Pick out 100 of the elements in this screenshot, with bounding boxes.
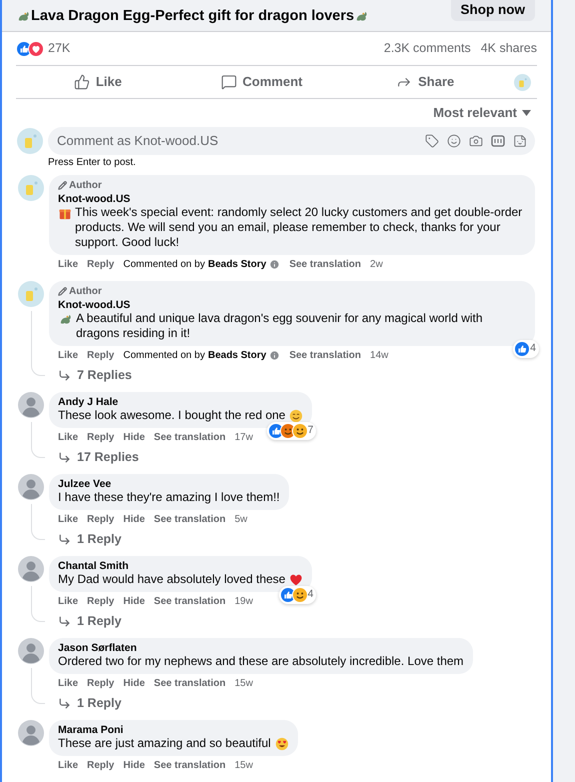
comment-time[interactable]: 2w [370,257,383,272]
comment-button[interactable]: Comment [180,68,344,96]
thread-line [30,668,44,704]
see-translation-link[interactable]: See translation [154,594,226,609]
page-avatar [17,128,43,154]
camera-icon[interactable] [469,134,483,148]
caret-icon [522,110,531,116]
author-label: Author [69,285,102,298]
comment-time[interactable]: 17w [234,430,253,445]
view-replies-link[interactable]: 7 Replies [49,366,132,384]
emoji-icon[interactable] [447,134,461,148]
commenter-name[interactable]: Knot-wood.US [58,298,130,310]
reaction-summary[interactable]: 7 [266,422,316,440]
view-replies-link[interactable]: 1 Reply [49,612,122,630]
thread-line [30,504,44,540]
reaction-summary[interactable]: 4 [278,586,316,604]
view-replies-link[interactable]: 1 Reply [49,694,122,712]
see-translation-link[interactable]: See translation [289,257,362,272]
like-reaction-icon [514,340,530,356]
commenter-name[interactable]: Jason Sørflaten [58,642,137,654]
like-button[interactable]: Like [16,68,180,96]
comment-text: Ordered two for my nephews and these are absolutely incredible. Love them [58,654,464,668]
comment-text: These are just amazing and so beautiful [58,736,271,750]
comment-time[interactable]: 15w [234,758,253,773]
page-name-link[interactable]: Beads Story [208,257,266,272]
comment-time[interactable]: 5w [234,512,248,527]
page-avatar [514,74,531,90]
info-icon [269,259,280,270]
see-translation-link[interactable]: See translation [154,676,226,691]
view-replies-link[interactable]: 1 Reply [49,530,122,548]
comment-action-link[interactable]: Like [58,512,78,527]
comment-action-link[interactable]: Hide [123,430,145,445]
comment-field[interactable]: Comment as Knot-wood.US [48,126,535,154]
info-icon [269,350,280,361]
comment-time[interactable]: 19w [234,594,253,609]
comment-action-link[interactable]: Reply [87,430,114,445]
reaction-count: 4 [308,586,314,602]
see-translation-link[interactable]: See translation [154,430,226,445]
thread-line [30,422,44,458]
shop-now-button[interactable]: Shop now [450,0,535,21]
commenter-name[interactable]: Chantal Smith [58,560,129,572]
user-avatar [18,556,44,582]
share-count[interactable]: 4K shares [480,39,537,58]
comment-action-link[interactable]: Hide [123,594,145,609]
comment-text: My Dad would have absolutely loved these [58,572,286,586]
tag-icon[interactable] [425,134,439,148]
reaction-count: 4 [530,340,536,356]
user-avatar [18,392,44,418]
comment-action-link[interactable]: Reply [87,348,114,363]
gif-icon[interactable] [491,134,505,148]
comment-input-field[interactable]: Comment as Knot-wood.US [57,130,425,150]
page-avatar [18,280,44,306]
author-label: Author [69,179,102,192]
sort-dropdown[interactable]: Most relevant [433,103,531,122]
thumbs-up-icon [74,74,90,90]
page-name-link[interactable]: Beads Story [208,348,266,363]
sticker-icon[interactable] [513,134,527,148]
comment-action-link[interactable]: Reply [87,512,114,527]
reply-arrow-icon [58,450,71,464]
user-avatar [18,474,44,500]
love-reaction-icon [28,40,44,56]
commenter-name[interactable]: Julzee Vee [58,478,112,490]
comment-text: A beautiful and unique lava dragon's egg souvenir for any magical world with dragons residing in it! [76,310,484,340]
comment-action-link[interactable]: Like [58,676,78,691]
see-translation-link[interactable]: See translation [289,348,362,363]
comment-action-link[interactable]: Like [58,430,78,445]
comment-action-link[interactable]: Like [58,594,78,609]
see-translation-link[interactable]: See translation [154,758,226,773]
heart-icon [289,572,304,586]
post-title[interactable]: Lava Dragon Egg-Perfect gift for dragon lovers [31,6,354,28]
comment-action-link[interactable]: Like [58,348,78,363]
heart-eyes-face-icon [274,736,289,750]
comment-action-link[interactable]: Reply [87,594,114,609]
commenter-name[interactable]: Marama Poni [58,724,124,736]
comment-action-link[interactable]: Hide [123,676,145,691]
care-reaction-icon [292,586,308,602]
comment-time[interactable]: 15w [234,676,253,691]
pencil-icon [58,287,67,296]
speech-bubble-icon [220,74,237,90]
thread-line [30,310,44,376]
see-translation-link[interactable]: See translation [154,512,226,527]
comment-time[interactable]: 14w [370,348,388,363]
comment-action-link[interactable]: Reply [87,257,114,272]
reaction-summary[interactable]: 4 [513,340,539,358]
page-avatar [18,174,44,200]
share-button[interactable]: Share [343,68,508,96]
view-replies-link[interactable]: 17 Replies [49,448,139,466]
comment-action-link[interactable]: Like [58,758,78,773]
comment-action-link[interactable]: Like [58,257,78,272]
commenter-name[interactable]: Andy J Hale [58,396,118,408]
reaction-count[interactable]: 27K [48,39,70,58]
comment-action-link[interactable]: Reply [87,758,114,773]
comment-action-link[interactable]: Hide [123,758,145,773]
commented-on-label: Commented on by [123,349,205,363]
reply-arrow-icon [58,368,71,382]
comment-action-link[interactable]: Hide [123,512,145,527]
comment-action-link[interactable]: Reply [87,676,114,691]
comment-count[interactable]: 2.3K comments [384,39,471,58]
comment-text: This week's special event: randomly select 20 lucky customers and get double-order products. We will send you an email, please remember to check, thanks for your support. Good luck! [75,204,524,250]
commenter-name[interactable]: Knot-wood.US [58,192,130,204]
